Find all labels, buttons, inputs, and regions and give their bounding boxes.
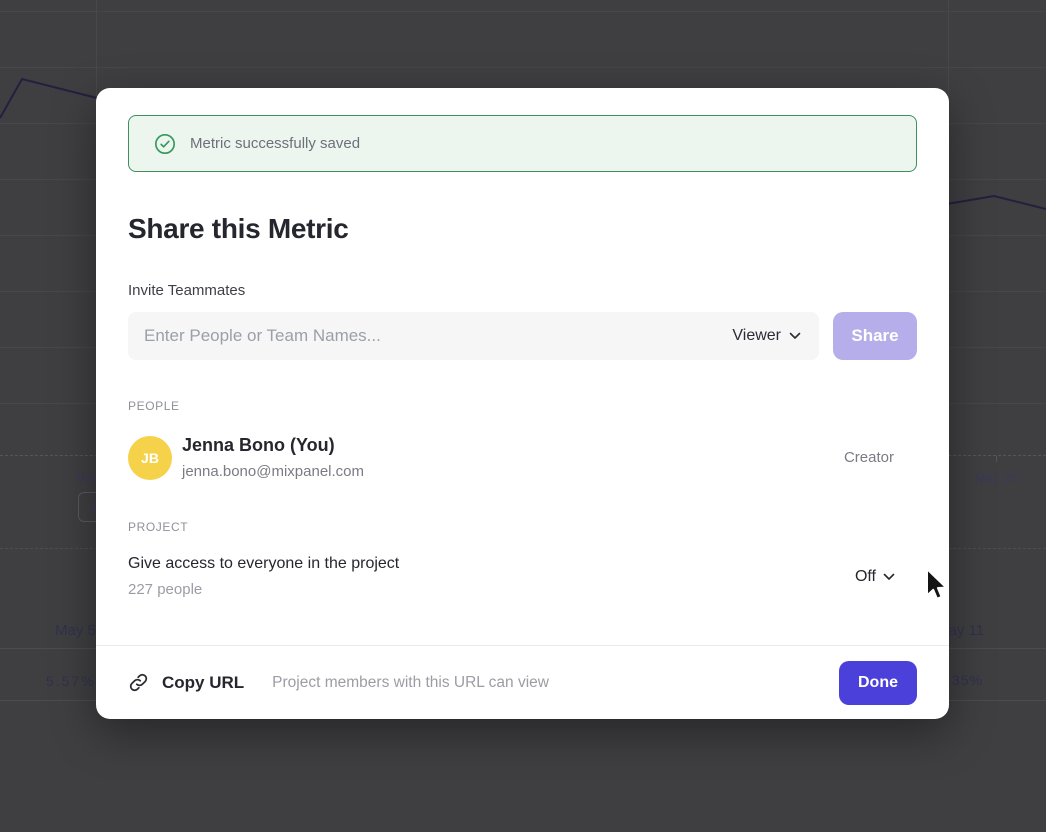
person-email: jenna.bono@mixpanel.com xyxy=(182,462,364,481)
copy-url-hint: Project members with this URL can view xyxy=(272,674,549,692)
invite-input[interactable] xyxy=(128,312,819,360)
modal-title: Share this Metric xyxy=(128,212,917,246)
project-access-title: Give access to everyone in the project xyxy=(128,554,399,574)
project-access-row: Give access to everyone in the project 2… xyxy=(96,554,949,599)
person-name: Jenna Bono (You) xyxy=(182,434,364,456)
project-member-count: 227 people xyxy=(128,580,399,599)
role-dropdown[interactable]: Viewer xyxy=(732,312,801,360)
share-metric-modal: Metric successfully saved Share this Met… xyxy=(96,88,949,719)
share-button[interactable]: Share xyxy=(833,312,917,360)
role-dropdown-value: Viewer xyxy=(732,327,781,345)
project-section-heading: PROJECT xyxy=(128,520,917,534)
modal-footer: Copy URL Project members with this URL c… xyxy=(96,645,949,719)
copy-url-label: Copy URL xyxy=(162,673,244,693)
invite-row: Viewer Share xyxy=(128,312,917,360)
project-access-dropdown[interactable]: Off xyxy=(855,568,895,586)
invite-input-wrap: Viewer xyxy=(128,312,819,360)
chevron-down-icon xyxy=(883,573,895,581)
people-section-heading: PEOPLE xyxy=(128,399,917,413)
done-button[interactable]: Done xyxy=(839,661,917,705)
avatar-initials: JB xyxy=(141,450,159,466)
chevron-down-icon xyxy=(789,332,801,340)
copy-url-button[interactable]: Copy URL xyxy=(128,672,244,693)
person-text: Jenna Bono (You) jenna.bono@mixpanel.com xyxy=(182,434,364,481)
invite-teammates-label: Invite Teammates xyxy=(128,282,917,300)
toast-message: Metric successfully saved xyxy=(190,135,360,152)
person-row: JB Jenna Bono (You) jenna.bono@mixpanel.… xyxy=(96,434,949,481)
avatar: JB xyxy=(128,436,172,480)
success-toast: Metric successfully saved xyxy=(128,115,917,172)
link-icon xyxy=(128,672,149,693)
person-role-label: Creator xyxy=(844,449,894,466)
project-access-text: Give access to everyone in the project 2… xyxy=(128,554,399,599)
check-circle-icon xyxy=(154,133,176,155)
project-access-value: Off xyxy=(855,568,876,586)
